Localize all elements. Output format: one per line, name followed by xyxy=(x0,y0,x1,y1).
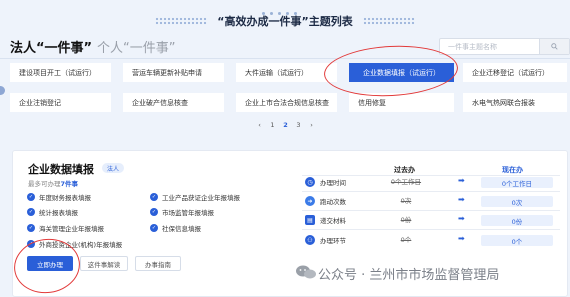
check-icon: ✓ xyxy=(27,224,35,232)
grid-item-bankruptcy[interactable]: 企业破产信息核查 xyxy=(123,93,224,112)
search-button[interactable] xyxy=(539,39,569,54)
grid-item-construction[interactable]: 建设项目开工（试运行） xyxy=(10,63,111,82)
row-label: 跑动次数 xyxy=(320,198,346,206)
card-subtitle: 最多可办理7件事 xyxy=(28,178,78,188)
divider xyxy=(302,175,560,176)
tab-individual[interactable]: 个人“一件事” xyxy=(97,37,175,56)
card-title: 企业数据填报 xyxy=(28,163,94,176)
clock-icon: ◷ xyxy=(305,177,315,187)
list-item-label: 社保信息填报 xyxy=(162,225,201,233)
row-label: 办理时间 xyxy=(320,179,346,187)
page-2[interactable]: 2 xyxy=(279,121,292,129)
grid-item-utilities[interactable]: 水电气热网联合报装 xyxy=(463,93,567,112)
new-value: 0份 xyxy=(481,215,553,226)
list-item: ✓ 统计报表填报 xyxy=(27,207,78,217)
search-input[interactable] xyxy=(440,39,540,54)
new-value: 0个 xyxy=(481,235,553,246)
list-item: ✓ 社保信息填报 xyxy=(150,223,201,233)
page-1[interactable]: 1 xyxy=(266,121,279,129)
new-value: 0个工作日 xyxy=(481,177,553,188)
document-icon: ▤ xyxy=(305,215,315,225)
divider xyxy=(302,210,560,211)
row-label: 递交材料 xyxy=(320,217,346,225)
grid-item-deregistration[interactable]: 企业注销登记 xyxy=(10,93,111,112)
old-value: 0次 xyxy=(400,197,412,205)
arrow-right-icon: ➡ xyxy=(458,176,465,185)
interpretation-button[interactable]: 这件事解读 xyxy=(80,256,128,271)
list-item-label: 年度财务报表填报 xyxy=(39,194,91,202)
check-icon: ✓ xyxy=(27,193,35,201)
status-badge: 法人 xyxy=(102,163,124,173)
list-item: ✓ 市场监管年报填报 xyxy=(150,207,214,217)
list-item-label: 外商投资企业(机构)年报填报 xyxy=(39,241,123,249)
run-icon: ➜ xyxy=(305,196,315,206)
guide-button[interactable]: 办事指南 xyxy=(135,256,181,271)
pagination: ‹ 1 2 3 › xyxy=(253,121,318,129)
list-item-label: 统计报表填报 xyxy=(39,209,78,217)
decorative-dots xyxy=(155,17,208,25)
list-item-label: 市场监管年报填报 xyxy=(162,209,214,217)
watermark: 公众号 · 兰州市市场监督管理局 xyxy=(318,268,500,283)
list-item-label: 工业产品获证企业年报填报 xyxy=(162,194,240,202)
search-box xyxy=(439,38,570,55)
new-column-header: 现在办 xyxy=(502,166,523,174)
divider xyxy=(0,58,570,59)
arrow-right-icon: ➡ xyxy=(458,195,465,204)
grid-item-vehicle-subsidy[interactable]: 营运车辆更新补贴申请 xyxy=(123,63,224,82)
wechat-icon xyxy=(296,265,316,279)
next-page-button[interactable]: › xyxy=(305,121,318,129)
arrow-right-icon: ➡ xyxy=(458,234,465,243)
divider xyxy=(302,229,560,230)
check-icon: ✓ xyxy=(150,224,158,232)
side-handle[interactable] xyxy=(0,86,5,95)
decorative-dots xyxy=(362,17,415,25)
subtitle-prefix: 最多可办理 xyxy=(28,180,61,188)
grid-item-enterprise-migration[interactable]: 企业迁移登记（试运行） xyxy=(463,63,567,82)
list-item: ✓ 外商投资企业(机构)年报填报 xyxy=(27,239,122,249)
old-value: 0份 xyxy=(400,216,412,224)
old-value: 0个工作日 xyxy=(390,178,422,186)
new-value: 0次 xyxy=(481,196,553,207)
page-title: “高效办成一件事”主题列表 xyxy=(217,15,353,28)
subtitle-count: 7件事 xyxy=(60,180,79,188)
section-header: “高效办成一件事”主题列表 xyxy=(0,10,570,32)
tab-legal-person[interactable]: 法人“一件事” xyxy=(10,37,92,56)
page-3[interactable]: 3 xyxy=(292,121,305,129)
check-icon: ✓ xyxy=(27,208,35,216)
list-item-label: 海关管理企业年报填报 xyxy=(39,225,104,233)
check-icon: ✓ xyxy=(150,193,158,201)
old-column-header: 过去办 xyxy=(394,166,415,174)
grid-item-oversize-transport[interactable]: 大件运输（试运行） xyxy=(236,63,337,82)
list-item: ✓ 海关管理企业年报填报 xyxy=(27,223,104,233)
row-label: 办理环节 xyxy=(320,237,346,245)
divider xyxy=(302,191,560,192)
check-icon: ✓ xyxy=(150,208,158,216)
link-icon: ⚇ xyxy=(305,235,315,245)
old-value: 0个 xyxy=(400,236,412,244)
apply-now-button[interactable]: 立即办理 xyxy=(27,256,73,271)
arrow-right-icon: ➡ xyxy=(458,214,465,223)
check-icon: ✓ xyxy=(27,240,35,248)
grid-item-credit-repair[interactable]: 信用修复 xyxy=(349,93,454,112)
carousel-dots xyxy=(262,0,312,15)
list-item: ✓ 工业产品获证企业年报填报 xyxy=(150,192,240,202)
list-item: ✓ 年度财务报表填报 xyxy=(27,192,91,202)
grid-item-enterprise-data[interactable]: 企业数据填报（试运行） xyxy=(349,63,454,82)
search-icon xyxy=(551,43,558,50)
grid-item-listing-compliance[interactable]: 企业上市合法合规信息核查 xyxy=(236,93,337,112)
prev-page-button[interactable]: ‹ xyxy=(253,121,266,129)
